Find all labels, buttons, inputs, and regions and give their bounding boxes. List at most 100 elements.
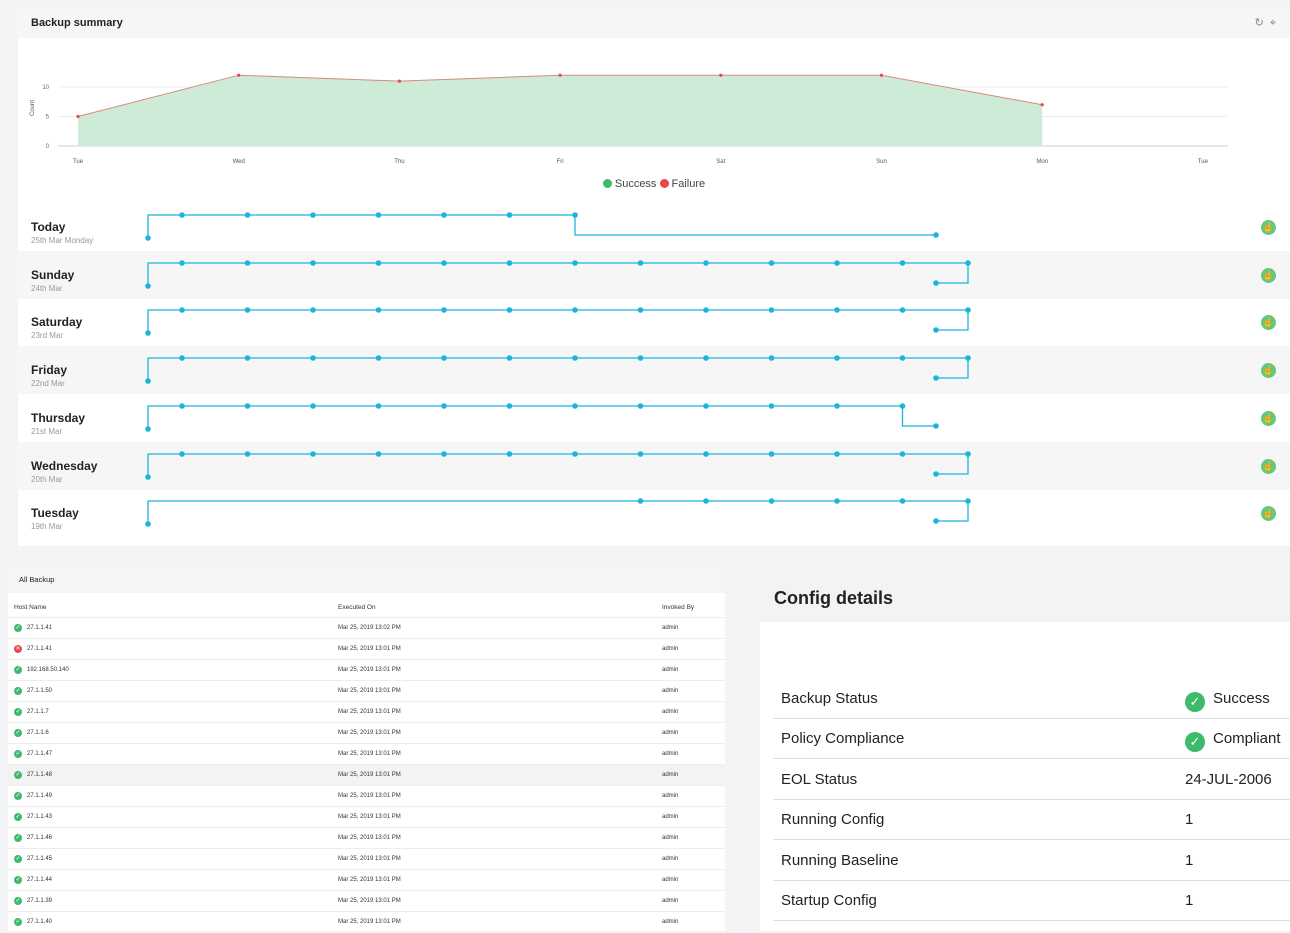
timeline-backup-dot [965,307,971,314]
invoked-by-cell: admin [662,793,679,799]
legend-failure-dot [659,179,669,188]
timeline-backup-dot [637,498,644,504]
timeline-row-tuesday[interactable]: Tuesday 19th Mar ☝ [18,489,1290,537]
executed-on-cell: Mar 25, 2019 13:01 PM [338,793,401,799]
timeline-backup-dot [244,259,251,266]
timeline-line [147,405,936,429]
table-row[interactable]: ✓ 27.1.1.46 Mar 25, 2019 13:01 PM admin [8,827,725,849]
config-row-running-baseline: Running Baseline 1 [773,840,1290,881]
timeline-backup-dot [179,402,185,409]
thumbs-up-icon[interactable]: ☝ [1261,267,1276,283]
table-row[interactable]: ✓ 27.1.1.49 Mar 25, 2019 13:01 PM admin [8,785,725,807]
timeline-backup-dot [899,498,906,504]
timeline-backup-dot [441,212,447,218]
table-row[interactable]: ✓ 27.1.1.40 Mar 25, 2019 13:01 PM admin [8,911,725,933]
timeline-row-thursday[interactable]: Thursday 21st Mar ☝ [18,394,1290,442]
data-point [237,73,241,77]
timeline-backup-dot [637,259,644,266]
executed-on-cell: Mar 25, 2019 13:01 PM [338,730,401,736]
timeline-backup-dot [506,307,513,314]
timeline-backup-dot [899,259,906,266]
table-row[interactable]: ✓ 27.1.1.41 Mar 25, 2019 13:02 PM admin [8,617,725,639]
timeline-backup-dot [572,307,578,314]
success-area [78,75,1043,146]
success-check-icon: ✓ [14,750,22,758]
y-tick-label: 0 [46,144,50,150]
table-row[interactable]: ✓ 27.1.1.45 Mar 25, 2019 13:01 PM admin [8,848,725,870]
timeline-backup-dot [375,307,382,314]
x-tick-label: Fri [557,159,564,165]
col-header-invoked[interactable]: Invoked By [662,604,694,611]
table-row[interactable]: ✓ 27.1.1.50 Mar 25, 2019 13:01 PM admin [8,680,725,702]
timeline-backup-dot [244,355,251,361]
table-row[interactable]: ✓ 27.1.1.39 Mar 25, 2019 13:01 PM admin [8,890,725,912]
table-row[interactable]: ✓ 27.1.1.48 Mar 25, 2019 13:01 PM admin [8,764,725,786]
timeline-row-sunday[interactable]: Sunday 24th Mar ☝ [18,250,1290,299]
timeline-backup-dot [441,259,447,266]
x-tick-label: Thu [394,159,404,165]
table-row[interactable]: ✕ 27.1.1.41 Mar 25, 2019 13:01 PM admin [8,638,725,660]
table-row[interactable]: ✓ 27.1.1.44 Mar 25, 2019 13:01 PM admin [8,869,725,891]
host-name-cell: 27.1.1.47 [27,751,53,757]
table-row[interactable]: ✓ 27.1.1.47 Mar 25, 2019 13:01 PM admin [8,743,725,765]
timeline-backup-dot [768,450,775,457]
legend-success-dot [602,179,612,188]
executed-on-cell: Mar 25, 2019 13:01 PM [338,709,401,715]
legend-success[interactable]: Success [602,178,656,190]
timeline-backup-dot [310,355,316,361]
success-check-icon: ✓ [14,792,22,800]
config-details-header: Config details [760,575,1290,622]
col-header-host[interactable]: Host Name [14,604,47,611]
col-header-executed[interactable]: Executed On [338,604,376,611]
thumbs-up-icon[interactable]: ☝ [1261,315,1276,331]
timeline-track [145,450,971,480]
timeline-row-saturday[interactable]: Saturday 23rd Mar ☝ [18,298,1290,346]
timeline-line [147,309,969,334]
timeline-row-friday[interactable]: Friday 22nd Mar ☝ [18,346,1290,395]
invoked-by-cell: admin [662,688,679,694]
table-row[interactable]: ✓ 192.168.50.140 Mar 25, 2019 13:01 PM admi… [8,659,725,681]
thumbs-up-icon[interactable]: ☝ [1261,506,1276,522]
timeline-backup-dot [965,498,971,504]
config-row-running-config: Running Config 1 [773,799,1290,841]
table-row[interactable]: ✓ 27.1.1.43 Mar 25, 2019 13:01 PM admin [8,806,725,828]
invoked-by-cell: admin [662,898,679,904]
timeline-backup-dot [506,259,513,266]
timeline-backup-dot [179,307,185,314]
timeline-backup-dot [572,355,578,361]
table-row[interactable]: ✓ 27.1.1.7 Mar 25, 2019 13:01 PM admin [8,701,725,723]
y-axis-label: Count [30,100,36,116]
success-check-icon: ✓ [14,855,22,863]
thumbs-up-icon[interactable]: ☝ [1261,363,1276,379]
success-check-icon: ✓ [14,918,22,926]
config-label: EOL Status [781,770,858,788]
table-row[interactable]: ✓ 27.1.1.6 Mar 25, 2019 13:01 PM admin [8,722,725,744]
thumbs-up-icon[interactable]: ☝ [1261,220,1276,235]
timeline-backup-dot [834,355,840,361]
data-point [76,114,80,119]
thumbs-up-icon[interactable]: ☝ [1261,458,1276,474]
timeline-backup-dot [703,307,709,314]
host-name-cell: 27.1.1.41 [27,646,53,652]
thumbs-up-icon[interactable]: ☝ [1261,410,1276,426]
success-check-icon: ✓ [14,729,22,737]
timeline-backup-dot [506,450,513,457]
timeline-backup-dot [637,307,644,314]
timeline-backup-dot [179,259,185,266]
refresh-icon[interactable]: ↻ [1255,17,1270,29]
timeline-backup-dot [506,212,513,218]
all-backup-title: All Backup [19,575,55,584]
legend-failure[interactable]: Failure [659,178,705,190]
timeline-row-today[interactable]: Today 25th Mar Monday ☝ [18,203,1290,251]
timeline-backup-dot [310,307,316,314]
timeline-end-dot [933,470,939,477]
executed-on-cell: Mar 25, 2019 13:01 PM [338,814,401,820]
timeline-row-wednesday[interactable]: Wednesday 20th Mar ☝ [18,441,1290,490]
pin-icon[interactable]: ⌖ [1270,17,1282,29]
config-label: Backup Status [781,690,878,707]
success-check-icon: ✓ [14,687,22,695]
timeline-start-dot [145,473,151,480]
timeline-backup-dot [703,402,709,409]
failure-x-icon: ✕ [14,645,22,653]
success-check-icon: ✓ [14,834,22,842]
